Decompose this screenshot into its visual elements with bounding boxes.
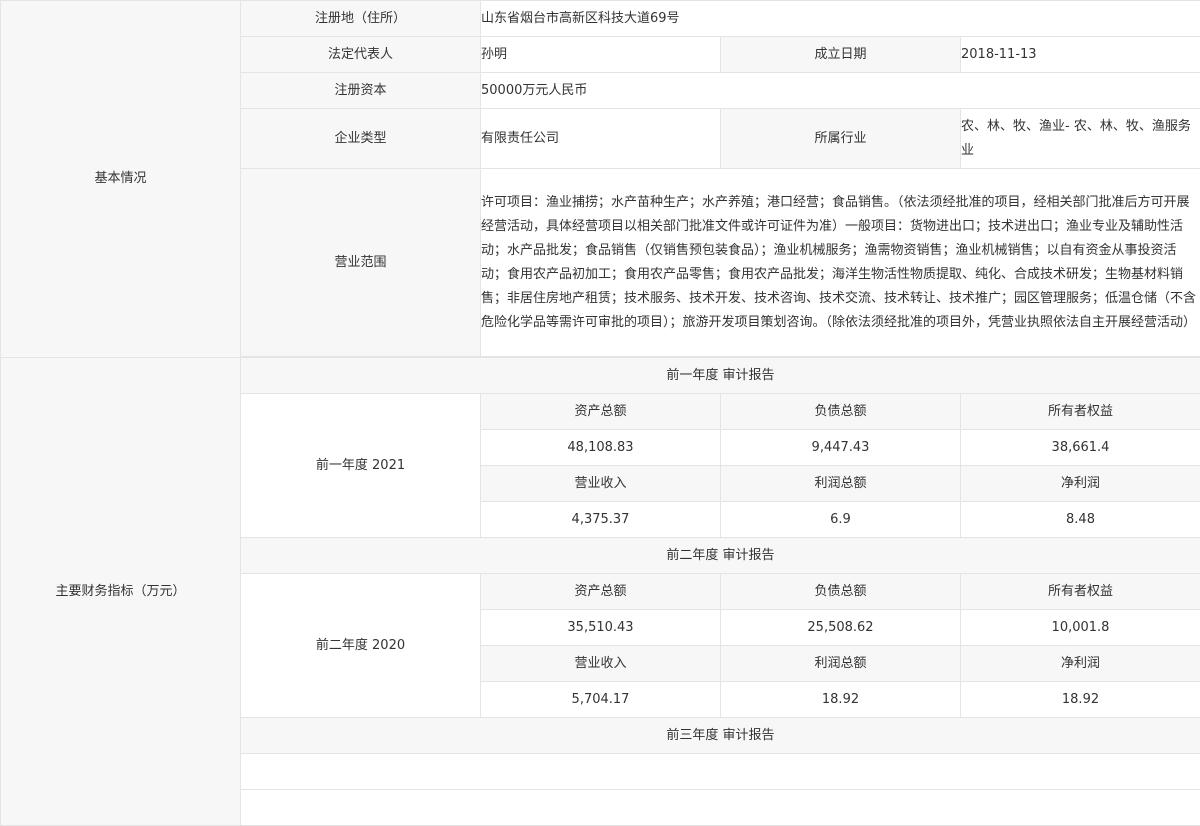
year2-liabilities-label: 负债总额 bbox=[721, 574, 961, 610]
row-registered-address: 基本情况 注册地（住所） 山东省烟台市高新区科技大道69号 bbox=[1, 1, 1200, 37]
year1-label: 前一年度 2021 bbox=[241, 394, 481, 538]
capital-label: 注册资本 bbox=[241, 73, 481, 109]
company-info-table: 基本情况 注册地（住所） 山东省烟台市高新区科技大道69号 法定代表人 孙明 成… bbox=[0, 0, 1200, 826]
year1-profit-label: 利润总额 bbox=[721, 466, 961, 502]
year1-net-profit-label: 净利润 bbox=[961, 466, 1200, 502]
row-year1-header: 主要财务指标（万元） 前一年度 审计报告 bbox=[1, 358, 1200, 394]
year2-report-header: 前二年度 审计报告 bbox=[241, 538, 1200, 574]
company-type-value: 有限责任公司 bbox=[481, 109, 721, 169]
year1-revenue-value: 4,375.37 bbox=[481, 502, 721, 538]
year2-profit-value: 18.92 bbox=[721, 682, 961, 718]
legal-rep-label: 法定代表人 bbox=[241, 37, 481, 73]
section-financial-indicators: 主要财务指标（万元） bbox=[1, 358, 241, 826]
business-scope-value: 许可项目：渔业捕捞；水产苗种生产；水产养殖；港口经营；食品销售。（依法须经批准的… bbox=[481, 169, 1200, 357]
year2-label: 前二年度 2020 bbox=[241, 574, 481, 718]
year2-equity-label: 所有者权益 bbox=[961, 574, 1200, 610]
industry-label: 所属行业 bbox=[721, 109, 961, 169]
year2-net-profit-label: 净利润 bbox=[961, 646, 1200, 682]
year2-liabilities-value: 25,508.62 bbox=[721, 610, 961, 646]
section-basic-info: 基本情况 bbox=[1, 1, 241, 358]
year1-report-header: 前一年度 审计报告 bbox=[241, 358, 1200, 394]
year1-revenue-label: 营业收入 bbox=[481, 466, 721, 502]
year2-net-profit-value: 18.92 bbox=[961, 682, 1200, 718]
registered-address-label: 注册地（住所） bbox=[241, 1, 481, 37]
year2-equity-value: 10,001.8 bbox=[961, 610, 1200, 646]
company-type-label: 企业类型 bbox=[241, 109, 481, 169]
year1-profit-value: 6.9 bbox=[721, 502, 961, 538]
year1-assets-value: 48,108.83 bbox=[481, 430, 721, 466]
established-label: 成立日期 bbox=[721, 37, 961, 73]
year2-assets-value: 35,510.43 bbox=[481, 610, 721, 646]
year1-net-profit-value: 8.48 bbox=[961, 502, 1200, 538]
capital-value: 50000万元人民币 bbox=[481, 73, 1200, 109]
year1-equity-label: 所有者权益 bbox=[961, 394, 1200, 430]
year1-liabilities-value: 9,447.43 bbox=[721, 430, 961, 466]
year2-assets-label: 资产总额 bbox=[481, 574, 721, 610]
industry-value: 农、林、牧、渔业- 农、林、牧、渔服务业 bbox=[961, 109, 1200, 169]
established-value: 2018-11-13 bbox=[961, 37, 1200, 73]
legal-rep-value: 孙明 bbox=[481, 37, 721, 73]
year2-profit-label: 利润总额 bbox=[721, 646, 961, 682]
year1-liabilities-label: 负债总额 bbox=[721, 394, 961, 430]
registered-address-value: 山东省烟台市高新区科技大道69号 bbox=[481, 1, 1200, 37]
year1-equity-value: 38,661.4 bbox=[961, 430, 1200, 466]
year2-revenue-label: 营业收入 bbox=[481, 646, 721, 682]
business-scope-label: 营业范围 bbox=[241, 169, 481, 357]
year2-revenue-value: 5,704.17 bbox=[481, 682, 721, 718]
year1-assets-label: 资产总额 bbox=[481, 394, 721, 430]
year3-report-header: 前三年度 审计报告 bbox=[241, 718, 1200, 754]
